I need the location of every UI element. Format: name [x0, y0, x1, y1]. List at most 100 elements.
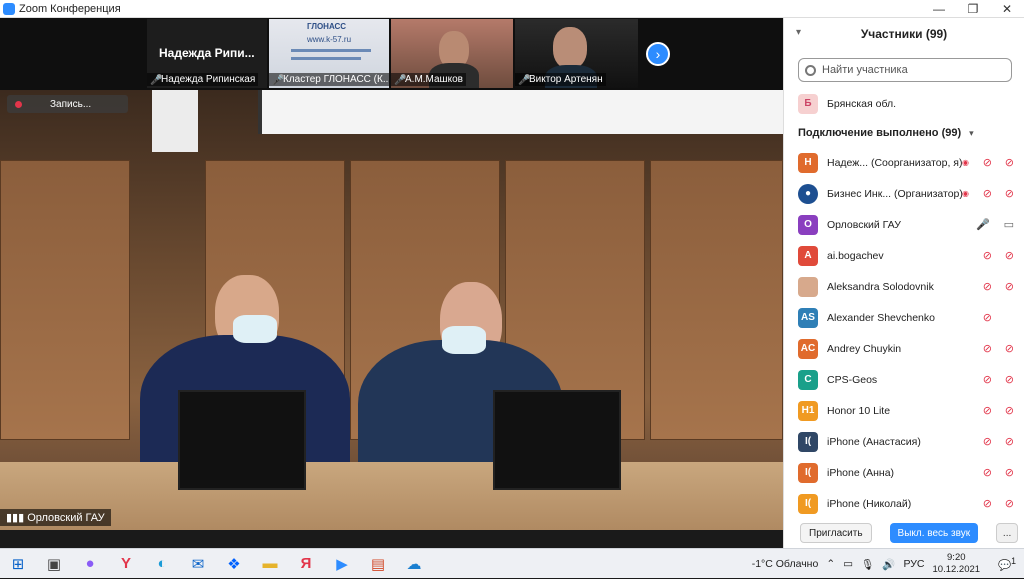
camera-off-icon[interactable]: ⊘ — [1005, 187, 1014, 200]
camera-off-icon[interactable]: ⊘ — [1005, 280, 1014, 293]
participant-name: Alexander Shevchenko — [827, 311, 935, 324]
chevron-down-icon[interactable]: ▾ — [796, 27, 801, 38]
mic-off-icon[interactable]: ⊘ — [983, 280, 992, 293]
camera-off-icon[interactable]: ⊘ — [1005, 342, 1014, 355]
thumbnail-tile[interactable]: 🎤 Виктор Артенян — [515, 19, 638, 88]
notification-icon[interactable]: 💬1 — [998, 556, 1016, 572]
mic-off-icon[interactable]: ⊘ — [983, 435, 992, 448]
network-icon[interactable]: ▭ — [843, 558, 853, 570]
list-item[interactable]: I(iPhone (Анна) ⊘ ⊘ — [784, 457, 1024, 488]
avatar: Н — [798, 152, 818, 173]
edge-icon[interactable]: ◐ — [144, 549, 180, 579]
mic-off-icon[interactable]: ⊘ — [983, 156, 992, 169]
avatar: AS — [798, 307, 818, 328]
camera-icon[interactable]: ▭ — [1004, 218, 1014, 231]
taskbar: ⊞ ▣ ● Y ◐ ✉ ❖ ▬ Я ▶ ▤ ☁ -1°C Облачно ⌃ ▭… — [0, 548, 1024, 578]
recording-indicator[interactable]: Запись... — [7, 95, 128, 113]
chevron-down-icon: ▾ — [969, 127, 974, 138]
list-item[interactable]: Н Надеж... (Соорганизатор, я) ◉ ⊘ ⊘ — [784, 147, 1024, 178]
thumbnail-tile[interactable]: ГЛОНАСС www.k-57.ru 🎤 Кластер ГЛОНАСС (К.… — [269, 19, 389, 88]
list-item[interactable]: I(iPhone (Николай) ⊘ ⊘ — [784, 488, 1024, 519]
mic-off-icon[interactable]: ⊘ — [983, 249, 992, 262]
weather-widget[interactable]: -1°C Облачно — [752, 558, 819, 570]
wall-panel — [0, 160, 130, 440]
mic-icon[interactable]: 🎤 — [976, 218, 990, 231]
section-header[interactable]: Подключение выполнено (99) ▾ — [784, 119, 1024, 147]
avatar — [798, 276, 818, 297]
thumbnail-tile[interactable]: 🎤 А.М.Машков — [391, 19, 513, 88]
language-indicator[interactable]: РУС — [903, 558, 924, 570]
camera-off-icon[interactable]: ⊘ — [1005, 156, 1014, 169]
camera-off-icon[interactable]: ⊘ — [1005, 466, 1014, 479]
participant-name: Надеж... (Соорганизатор, я) — [827, 156, 963, 169]
yandex-browser-icon[interactable]: Y — [108, 549, 144, 579]
list-item[interactable]: I( iPhone (Анастасия) ⊘ ⊘ — [784, 426, 1024, 457]
participant-list: Н Надеж... (Соорганизатор, я) ◉ ⊘ ⊘ ● Бизнес И… — [784, 147, 1024, 519]
projector-screen — [258, 90, 783, 134]
mic-off-icon[interactable]: ⊘ — [983, 373, 992, 386]
list-item[interactable]: Б Брянская обл. — [784, 88, 1024, 119]
task-view-icon[interactable]: ▣ — [36, 549, 72, 579]
wall-panel — [650, 160, 783, 440]
camera-off-icon[interactable]: ⊘ — [1005, 249, 1014, 262]
record-icon: ◉ — [962, 189, 969, 198]
cloud-app-icon[interactable]: ☁ — [396, 549, 432, 579]
minimize-button[interactable]: — — [922, 0, 956, 18]
list-item[interactable]: C CPS-Geos ⊘ ⊘ — [784, 364, 1024, 395]
presentation-icon[interactable]: ▤ — [360, 549, 396, 579]
search-input[interactable]: Найти участника — [798, 58, 1012, 82]
windows-start-icon[interactable]: ⊞ — [0, 549, 36, 579]
mail-icon[interactable]: ✉ — [180, 549, 216, 579]
list-item[interactable]: Aai.bogachev ⊘ ⊘ — [784, 240, 1024, 271]
participant-name: Andrey Chuykin — [827, 342, 902, 355]
list-item[interactable]: AS Alexander Shevchenko ⊘ — [784, 302, 1024, 333]
mic-off-icon[interactable]: ⊘ — [983, 497, 992, 510]
mic-off-icon[interactable]: ⊘ — [983, 404, 992, 417]
list-item[interactable]: О Орловский ГАУ 🎤 ▭ — [784, 209, 1024, 240]
zoom-logo-icon — [3, 2, 15, 15]
list-item[interactable]: H1 Honor 10 Lite ⊘ ⊘ — [784, 395, 1024, 426]
mic-off-icon[interactable]: ⊘ — [983, 187, 992, 200]
maximize-button[interactable]: ❐ — [956, 0, 990, 18]
dropbox-icon[interactable]: ❖ — [216, 549, 252, 579]
list-item[interactable]: ● Бизнес Инк... (Организатор) ◉ ⊘ ⊘ — [784, 178, 1024, 209]
folder-icon[interactable]: ▬ — [252, 549, 288, 579]
mic-off-icon: 🎤 — [518, 75, 531, 86]
mute-all-button[interactable]: Выкл. весь звук — [889, 523, 979, 543]
person-head — [553, 27, 587, 69]
zoom-icon[interactable]: ▶ — [324, 549, 360, 579]
record-dot-icon — [15, 100, 22, 108]
clock[interactable]: 9:20 10.12.2021 — [933, 552, 989, 576]
participant-name: CPS-Geos — [827, 373, 878, 386]
volume-icon[interactable]: 🔊 — [882, 558, 895, 571]
search-icon — [805, 64, 816, 76]
mic-off-icon[interactable]: ⊘ — [983, 466, 992, 479]
mic-off-icon[interactable]: ⊘ — [983, 342, 992, 355]
assistant-icon[interactable]: ● — [72, 549, 108, 579]
mic-icon[interactable]: 🎙 — [861, 558, 874, 571]
next-page-button[interactable]: › — [646, 42, 670, 66]
participant-name: iPhone (Анастасия) — [827, 435, 921, 448]
more-button[interactable]: ... — [996, 523, 1019, 543]
thumbnail-strip: Надежда Рипи... 🎤 Надежда Рипинская ГЛОНА… — [0, 18, 783, 90]
avatar: I( — [798, 431, 818, 452]
tile-name: 🎤 Виктор Артенян — [515, 73, 606, 86]
camera-off-icon[interactable]: ⊘ — [1005, 435, 1014, 448]
face-mask — [442, 326, 486, 354]
camera-off-icon[interactable]: ⊘ — [1005, 404, 1014, 417]
signal-icon: ▮▮▮ — [6, 512, 28, 524]
invite-button[interactable]: Пригласить — [800, 523, 872, 543]
list-item[interactable]: AC Andrey Chuykin ⊘ ⊘ — [784, 333, 1024, 364]
close-button[interactable]: ✕ — [990, 0, 1024, 18]
camera-off-icon[interactable]: ⊘ — [1005, 497, 1014, 510]
camera-off-icon[interactable]: ⊘ — [1005, 373, 1014, 386]
list-item[interactable]: Aleksandra Solodovnik ⊘ ⊘ — [784, 271, 1024, 302]
thumbnail-tile[interactable]: Надежда Рипи... 🎤 Надежда Рипинская — [147, 19, 267, 88]
avatar: О — [798, 214, 818, 235]
yandex-icon[interactable]: Я — [288, 549, 324, 579]
chevron-up-icon[interactable]: ⌃ — [826, 558, 835, 570]
tile-big-name: Надежда Рипи... — [159, 46, 255, 60]
recording-label: Запись... — [50, 98, 92, 110]
mic-off-icon[interactable]: ⊘ — [983, 311, 992, 324]
participant-name: Брянская обл. — [827, 97, 897, 110]
